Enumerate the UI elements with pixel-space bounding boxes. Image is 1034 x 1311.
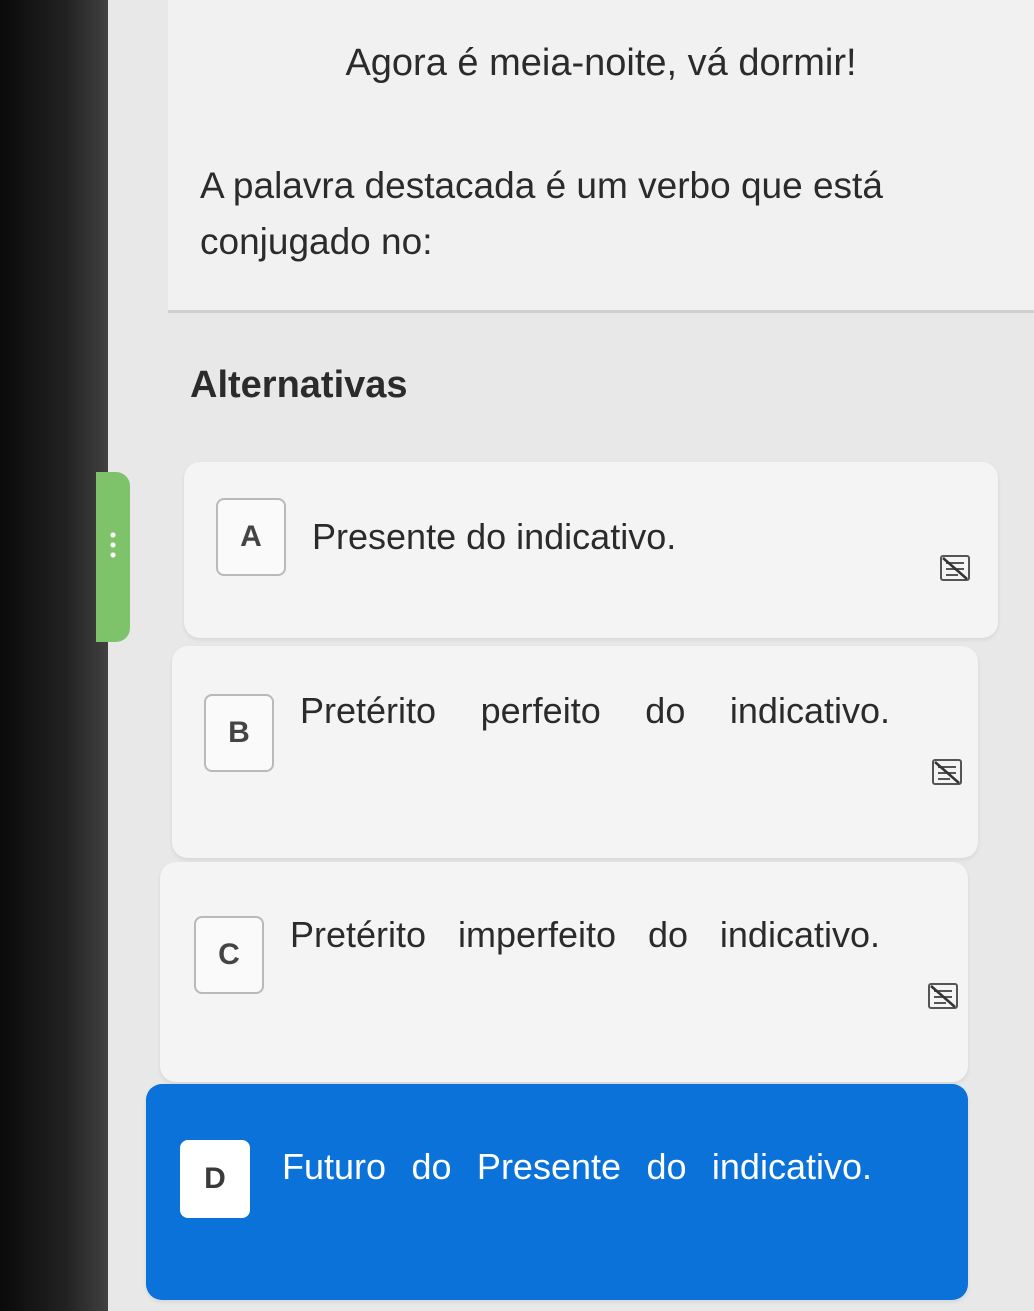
drag-handle-icon <box>110 530 116 560</box>
option-text-c: Pretérito imperfeito do indicativo. <box>290 914 880 955</box>
side-tab[interactable] <box>96 472 130 642</box>
strike-option-icon[interactable] <box>932 758 962 786</box>
alternatives-title: Alternativas <box>190 364 408 406</box>
question-sentence: Agora é meia-noite, vá dormir! <box>345 42 857 84</box>
option-text-a: Presente do indicativo. <box>312 516 677 557</box>
option-text-d: Futuro do Presente do indicativo. <box>282 1146 872 1187</box>
option-d[interactable]: D Futuro do Presente do indicativo. <box>146 1084 968 1300</box>
option-text-b: Pretérito perfeito do indicativo. <box>300 690 890 731</box>
option-letter-a: A <box>216 498 286 576</box>
option-letter-d: D <box>180 1140 250 1218</box>
question-prompt: A palavra destacada é um verbo que está … <box>200 165 883 262</box>
strike-option-icon[interactable] <box>928 982 958 1010</box>
option-c[interactable]: C Pretérito imperfeito do indicativo. <box>160 862 968 1082</box>
screen: Agora é meia-noite, vá dormir! A palavra… <box>96 0 1034 1311</box>
device-bezel <box>0 0 120 1311</box>
option-letter-b: B <box>204 694 274 772</box>
strike-option-icon[interactable] <box>940 554 970 582</box>
option-letter-c: C <box>194 916 264 994</box>
option-a[interactable]: A Presente do indicativo. <box>184 462 998 638</box>
question-panel: Agora é meia-noite, vá dormir! A palavra… <box>168 0 1034 313</box>
option-b[interactable]: B Pretérito perfeito do indicativo. <box>172 646 978 858</box>
